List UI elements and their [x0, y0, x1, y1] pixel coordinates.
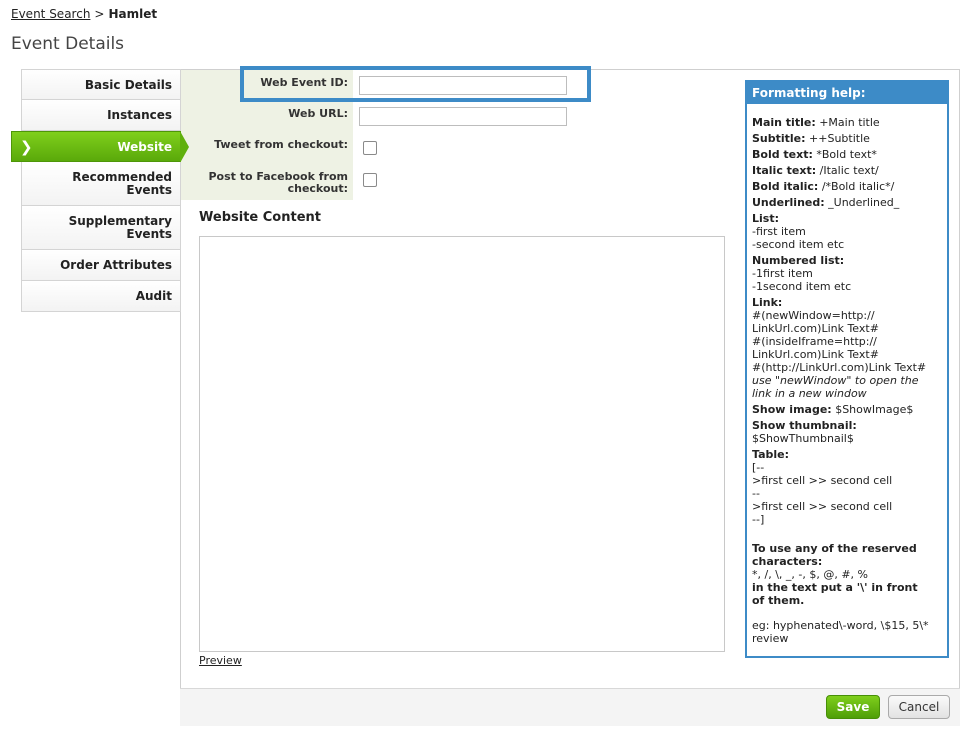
help-key: Table: [752, 448, 790, 461]
help-key: Bold italic: [752, 180, 819, 193]
help-reserved-chars: *, /, \, _, -, $, @, #, % [752, 568, 868, 581]
help-reserved: To use any of the reserved [752, 542, 917, 555]
tweet-checkout-label: Tweet from checkout: [214, 138, 348, 151]
facebook-checkout-checkbox[interactable] [363, 173, 377, 187]
sidebar-item-label: Recommended Events [72, 169, 172, 197]
help-value: [-- [752, 461, 765, 474]
help-key: Subtitle: [752, 132, 806, 145]
breadcrumb-link-event-search[interactable]: Event Search [11, 7, 90, 21]
cancel-button[interactable]: Cancel [888, 695, 950, 719]
help-key: Main title: [752, 116, 816, 129]
sidebar-item-website[interactable]: ❯ Website [11, 131, 189, 163]
help-value: $ShowThumbnail$ [752, 432, 854, 445]
help-value: /*Bold italic*/ [821, 180, 895, 193]
save-button[interactable]: Save [826, 695, 880, 719]
help-value: -- [752, 487, 760, 500]
sidebar-item-label: Supplementary Events [68, 213, 172, 241]
breadcrumb: Event Search > Hamlet [11, 7, 157, 21]
help-value: >first cell >> second cell [752, 474, 893, 487]
sidebar-item-instances[interactable]: Instances [21, 100, 181, 131]
facebook-checkout-label: Post to Facebook from checkout: [208, 170, 348, 195]
sidebar: Basic Details Instances ❯ Website Recomme… [11, 69, 189, 312]
sidebar-item-label: Basic Details [84, 77, 172, 92]
sidebar-item-order-attributes[interactable]: Order Attributes [21, 250, 181, 281]
help-reserved: of them. [752, 594, 805, 607]
help-value: -first item [752, 225, 806, 238]
formatting-help-panel: Formatting help: Main title: +Main title… [745, 80, 949, 658]
help-value: *Bold text* [816, 148, 877, 161]
website-content-title: Website Content [199, 210, 321, 225]
help-value: -1first item [752, 267, 813, 280]
breadcrumb-current: Hamlet [108, 7, 158, 21]
help-value: LinkUrl.com)Link Text# [752, 322, 879, 335]
help-value: LinkUrl.com)Link Text# [752, 348, 879, 361]
web-url-input[interactable] [359, 107, 567, 126]
help-reserved: in the text put a '\' in front [752, 581, 918, 594]
sidebar-item-label: Audit [135, 289, 172, 303]
help-key: Show thumbnail: [752, 419, 857, 432]
help-value: #(newWindow=http:// [752, 309, 875, 322]
help-value: -second item etc [752, 238, 845, 251]
sidebar-item-label: Order Attributes [60, 258, 172, 272]
website-content-editor[interactable] [199, 236, 725, 652]
help-key: Underlined: [752, 196, 825, 209]
help-value: $ShowImage$ [835, 403, 914, 416]
preview-link[interactable]: Preview [199, 654, 242, 667]
sidebar-item-supplementary-events[interactable]: Supplementary Events [21, 206, 181, 250]
help-value: -1second item etc [752, 280, 852, 293]
sidebar-item-recommended-events[interactable]: Recommended Events [21, 162, 181, 206]
help-key: Numbered list: [752, 254, 845, 267]
breadcrumb-separator: > [94, 7, 105, 21]
help-note: use "newWindow" to open the [752, 374, 919, 387]
help-value: +Main title [819, 116, 880, 129]
sidebar-item-label: Instances [107, 108, 172, 122]
help-note: link in a new window [752, 387, 867, 400]
help-key: Show image: [752, 403, 832, 416]
web-url-label: Web URL: [288, 107, 348, 120]
help-value: #(insideIframe=http:// [752, 335, 877, 348]
help-example: eg: hyphenated\-word, \$15, 5\* [752, 619, 929, 632]
help-value: --] [752, 513, 765, 526]
help-key: Bold text: [752, 148, 813, 161]
sidebar-item-label: Website [117, 139, 172, 154]
help-example: review [752, 632, 789, 645]
help-key: Italic text: [752, 164, 817, 177]
formatting-help-body: Main title: +Main title Subtitle: ++Subt… [747, 104, 947, 645]
page-title: Event Details [11, 34, 125, 54]
help-value: ++Subtitle [809, 132, 870, 145]
help-value: _Underlined_ [828, 196, 900, 209]
web-event-id-highlight [240, 66, 591, 102]
formatting-help-title: Formatting help: [747, 82, 947, 104]
help-value: #(http://LinkUrl.com)Link Text# [752, 361, 927, 374]
tweet-checkout-checkbox[interactable] [363, 141, 377, 155]
sidebar-item-audit[interactable]: Audit [21, 281, 181, 312]
help-value: /Italic text/ [819, 164, 879, 177]
help-key: Link: [752, 296, 783, 309]
chevron-right-icon: ❯ [20, 138, 33, 156]
sidebar-item-basic-details[interactable]: Basic Details [21, 69, 181, 100]
help-reserved: characters: [752, 555, 823, 568]
help-value: >first cell >> second cell [752, 500, 893, 513]
help-key: List: [752, 212, 779, 225]
